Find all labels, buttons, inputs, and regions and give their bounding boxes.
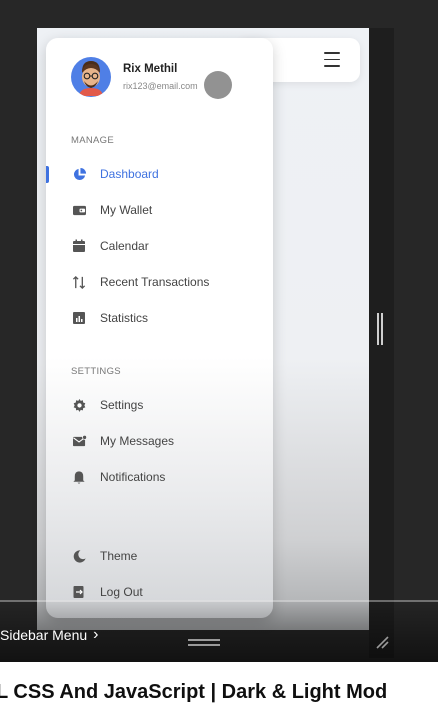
- scrollbar-handle[interactable]: [377, 313, 383, 345]
- bar-chart-icon: [71, 310, 87, 326]
- swap-vertical-icon: [71, 274, 87, 290]
- sidebar-item-statistics[interactable]: Statistics: [71, 308, 148, 328]
- hamburger-menu-icon[interactable]: [324, 52, 340, 67]
- nav-label: Dashboard: [100, 167, 159, 181]
- nav-label: Statistics: [100, 311, 149, 325]
- sidebar: Rix Methil rix123@email.com MANAGE Dashb…: [46, 38, 273, 618]
- profile-email: rix123@email.com: [123, 81, 198, 91]
- video-frame[interactable]: Rix Methil rix123@email.com MANAGE Dashb…: [0, 0, 438, 662]
- bell-icon: [71, 469, 87, 485]
- active-indicator: [46, 166, 49, 183]
- section-label-settings: SETTINGS: [71, 366, 121, 377]
- sidebar-item-wallet[interactable]: My Wallet: [71, 200, 152, 220]
- avatar: [71, 57, 111, 97]
- resize-icon[interactable]: [374, 634, 390, 655]
- logout-icon: [71, 584, 87, 600]
- drag-handle[interactable]: [188, 639, 220, 649]
- sidebar-item-transactions[interactable]: Recent Transactions: [71, 272, 209, 292]
- nav-label: Calendar: [100, 239, 149, 253]
- section-label-manage: MANAGE: [71, 135, 114, 146]
- moon-icon: [71, 548, 87, 564]
- wallet-icon: [71, 202, 87, 218]
- nav-label: Notifications: [100, 470, 166, 484]
- nav-label: My Messages: [100, 434, 175, 448]
- nav-label: Recent Transactions: [100, 275, 210, 289]
- sidebar-item-settings[interactable]: Settings: [71, 395, 143, 415]
- sidebar-item-notifications[interactable]: Notifications: [71, 467, 165, 487]
- profile-name: Rix Methil: [123, 63, 178, 75]
- sidebar-item-logout[interactable]: Log Out: [71, 582, 143, 602]
- touch-cursor: [204, 71, 232, 99]
- nav-label: Log Out: [100, 585, 143, 599]
- sidebar-item-messages[interactable]: My Messages: [71, 431, 174, 451]
- profile-block[interactable]: Rix Methil rix123@email.com: [71, 57, 198, 97]
- nav-label: Settings: [100, 398, 144, 412]
- mail-icon: [71, 433, 87, 449]
- chapter-title[interactable]: Sidebar Menu ›: [0, 626, 99, 644]
- pie-chart-icon: [71, 166, 87, 182]
- video-title[interactable]: L CSS And JavaScript | Dark & Light Mod: [0, 681, 387, 704]
- chapter-label: Sidebar Menu: [0, 627, 88, 643]
- chevron-right-icon: ›: [93, 626, 99, 643]
- sidebar-item-calendar[interactable]: Calendar: [71, 236, 149, 256]
- nav-label: My Wallet: [100, 203, 153, 217]
- video-title-bar: L CSS And JavaScript | Dark & Light Mod: [0, 662, 438, 713]
- sidebar-item-theme[interactable]: Theme: [71, 546, 137, 566]
- calendar-icon: [71, 238, 87, 254]
- video-progress-bar[interactable]: [0, 600, 438, 602]
- avatar-face-icon: [79, 61, 103, 96]
- gear-icon: [71, 397, 87, 413]
- nav-label: Theme: [100, 549, 138, 563]
- sidebar-item-dashboard[interactable]: Dashboard: [71, 164, 159, 184]
